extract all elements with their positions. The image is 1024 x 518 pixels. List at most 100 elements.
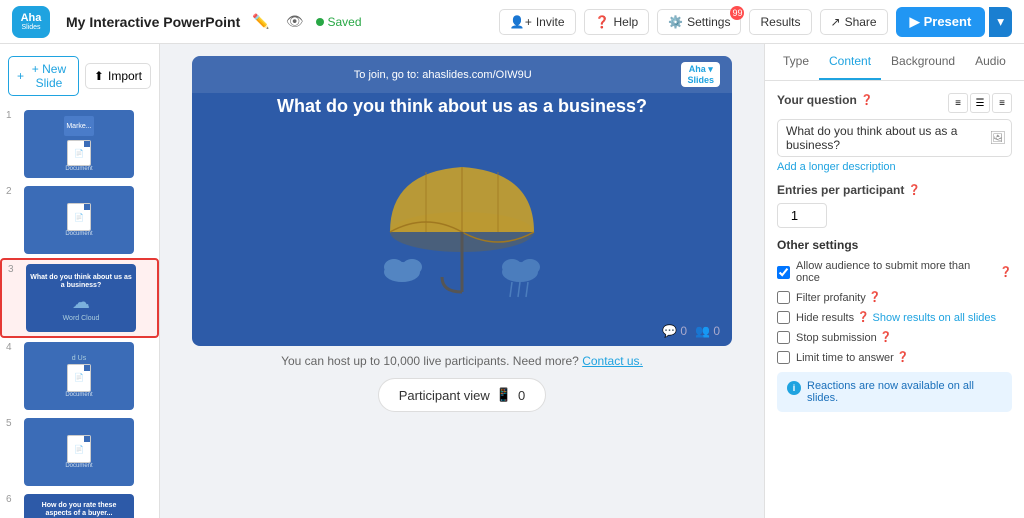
show-results-link[interactable]: Show results on all slides <box>873 312 997 324</box>
stop-help-icon[interactable]: ❓ <box>880 332 892 343</box>
present-button[interactable]: ▶ Present <box>896 7 986 37</box>
profanity-checkbox[interactable] <box>777 291 790 304</box>
doc-title: My Interactive PowerPoint <box>66 14 240 30</box>
edit-title-button[interactable]: ✏️ <box>248 11 273 32</box>
entries-help-icon[interactable]: ❓ <box>908 185 920 196</box>
limit-checkbox[interactable] <box>777 351 790 364</box>
mobile-icon: 📱 <box>496 387 512 403</box>
tab-content[interactable]: Content <box>819 44 881 80</box>
sidebar-toolbar: + + New Slide ⬆ Import <box>0 52 159 106</box>
reactions-note: i Reactions are now available on all sli… <box>777 372 1012 412</box>
slide-type-label: Word Cloud <box>63 315 100 322</box>
center-area: To join, go to: ahaslides.com/OIW9U Aha … <box>160 44 764 518</box>
slide-thumbnail: Marke... 📄 Document <box>24 110 134 178</box>
panel-body: Your question ❓ ≡ ☰ ≡ What do you think … <box>765 81 1024 424</box>
tab-type[interactable]: Type <box>773 44 819 80</box>
contact-link[interactable]: Contact us. <box>582 354 643 368</box>
info-icon: i <box>787 381 801 395</box>
settings-badge: 99 <box>730 6 744 20</box>
setting-hide-row: Hide results ❓ Show results on all slide… <box>777 311 1012 324</box>
settings-button[interactable]: ⚙️ Settings 99 <box>657 9 741 35</box>
help-icon: ❓ <box>595 15 610 29</box>
setting-allow-row: Allow audience to submit more than once … <box>777 260 1012 284</box>
tab-background[interactable]: Background <box>881 44 965 80</box>
participant-view-label: Participant view <box>399 388 490 403</box>
slide-number: 2 <box>6 186 18 197</box>
profanity-help-icon[interactable]: ❓ <box>869 292 881 303</box>
slides-sidebar: + + New Slide ⬆ Import 1 Marke... 📄 Docu… <box>0 44 160 518</box>
participant-view-button[interactable]: Participant view 📱 0 <box>378 378 546 412</box>
help-button[interactable]: ❓ Help <box>584 9 650 35</box>
slide-thumbnail: 📄 Document <box>24 186 134 254</box>
umbrella-illustration <box>372 127 552 346</box>
limit-help-icon[interactable]: ❓ <box>897 352 909 363</box>
help-label: Help <box>613 15 638 29</box>
slide-number: 3 <box>8 264 20 275</box>
gear-icon: ⚙️ <box>668 15 683 29</box>
logo-text: Aha <box>21 12 42 24</box>
preview-counters: 💬 0 👥 0 <box>662 324 720 338</box>
hide-help-icon[interactable]: ❓ <box>857 312 869 323</box>
tab-audio[interactable]: Audio <box>965 44 1016 80</box>
slide-item[interactable]: 4 d Us 📄 Document <box>0 338 159 414</box>
present-label: Present <box>924 14 972 29</box>
message-count: 💬 0 <box>662 324 687 338</box>
import-button[interactable]: ⬆ Import <box>85 63 151 89</box>
slide-preview: To join, go to: ahaslides.com/OIW9U Aha … <box>192 56 732 346</box>
question-input-wrap: What do you think about us as a business… <box>777 119 1012 157</box>
play-icon: ▶ <box>910 14 920 30</box>
align-left-icon[interactable]: ≡ <box>948 93 968 113</box>
preview-question: What do you think about us as a business… <box>257 96 667 117</box>
top-navigation: Aha Slides My Interactive PowerPoint ✏️ … <box>0 0 1024 44</box>
slide-question-text: What do you think about us as a business… <box>30 274 132 291</box>
share-button[interactable]: ↗ Share <box>820 9 888 35</box>
other-settings-title: Other settings <box>777 238 1012 252</box>
doc-icon: 📄 <box>67 435 91 463</box>
hide-checkbox[interactable] <box>777 311 790 324</box>
umbrella-svg <box>372 157 552 317</box>
import-label: Import <box>108 69 142 83</box>
new-slide-label: + New Slide <box>28 62 70 90</box>
stop-checkbox[interactable] <box>777 331 790 344</box>
allow-checkbox[interactable] <box>777 266 790 279</box>
doc-icon: 📄 <box>67 203 91 231</box>
setting-limit-row: Limit time to answer ❓ <box>777 351 1012 364</box>
hide-label: Hide results ❓ Show results on all slide… <box>796 312 996 324</box>
slide-sub-label: Document <box>65 392 92 398</box>
slide-item-active[interactable]: 3 What do you think about us as a busine… <box>0 258 159 338</box>
preview-logo-badge: Aha ▾Slides <box>681 62 720 87</box>
slide-question-text: How do you rate these aspects of a buyer… <box>28 502 130 518</box>
share-icon: ↗ <box>831 15 841 29</box>
present-dropdown-button[interactable]: ▾ <box>989 7 1012 37</box>
preview-button[interactable]: 👁 <box>282 11 308 32</box>
results-button[interactable]: Results <box>749 9 811 35</box>
doc-icon: 📄 <box>67 140 91 166</box>
slide-item[interactable]: 1 Marke... 📄 Document <box>0 106 159 182</box>
entries-input[interactable] <box>777 203 827 228</box>
slide-number: 1 <box>6 110 18 121</box>
preview-topbar: To join, go to: ahaslides.com/OIW9U Aha … <box>192 56 732 93</box>
invite-label: Invite <box>536 15 565 29</box>
logo-sub: Slides <box>21 24 40 31</box>
align-right-icon[interactable]: ≡ <box>992 93 1012 113</box>
entries-label: Entries per participant ❓ <box>777 183 1012 197</box>
settings-label: Settings <box>687 15 730 29</box>
image-insert-icon[interactable]: 🖼 <box>989 130 1006 146</box>
allow-label: Allow audience to submit more than once … <box>796 260 1012 284</box>
align-center-icon[interactable]: ☰ <box>970 93 990 113</box>
slide-item[interactable]: 2 📄 Document <box>0 182 159 258</box>
slide-item[interactable]: 6 How do you rate these aspects of a buy… <box>0 490 159 518</box>
add-description-link[interactable]: Add a longer description <box>777 161 1012 173</box>
question-help-icon[interactable]: ❓ <box>861 95 873 106</box>
invite-button[interactable]: 👤+ Invite <box>499 9 576 35</box>
share-label: Share <box>845 15 877 29</box>
slide-item[interactable]: 5 📄 Document <box>0 414 159 490</box>
chevron-down-icon: ▾ <box>997 14 1004 29</box>
upload-icon: ⬆ <box>94 69 104 83</box>
new-slide-button[interactable]: + + New Slide <box>8 56 79 96</box>
limit-label: Limit time to answer ❓ <box>796 352 909 364</box>
allow-help-icon[interactable]: ❓ <box>1000 267 1012 278</box>
question-input[interactable]: What do you think about us as a business… <box>777 119 1012 157</box>
question-field-label: Your question ❓ <box>777 93 873 107</box>
logo: Aha Slides <box>12 6 50 38</box>
